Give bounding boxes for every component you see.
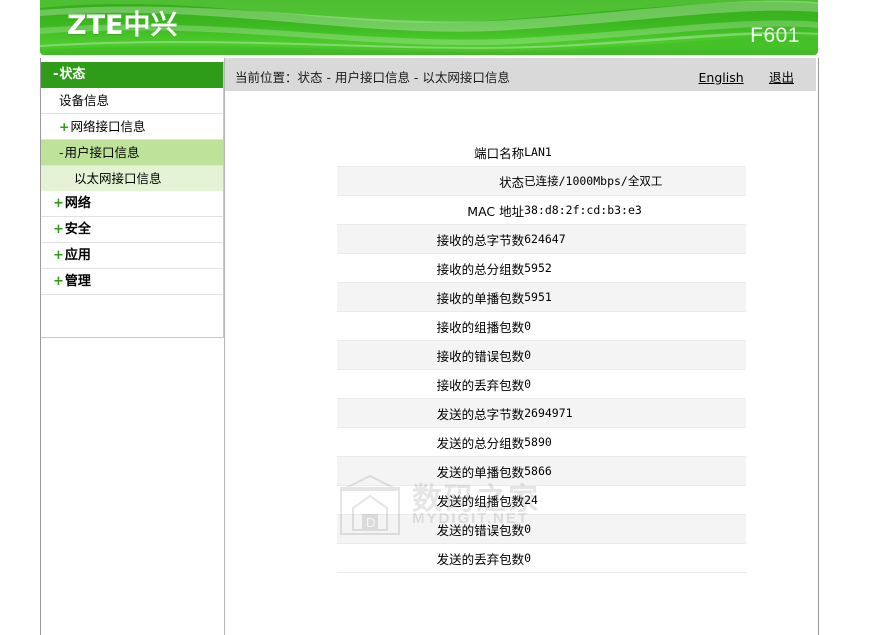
table-row: 发送的错误包数 0 xyxy=(337,514,746,544)
stat-label: 接收的总分组数 xyxy=(337,253,525,283)
breadcrumb: 当前位置：状态 - 用户接口信息 - 以太网接口信息 xyxy=(235,70,510,85)
sidebar-item-3[interactable]: -用户接口信息 xyxy=(41,140,223,166)
table-row: 接收的丢弃包数 0 xyxy=(337,369,746,399)
sidebar-item-6[interactable]: +安全 xyxy=(41,217,223,243)
sidebar-item-label: 网络 xyxy=(64,196,91,211)
page-banner: ZTE中兴 F601 xyxy=(40,0,818,55)
table-row: 发送的丢弃包数 0 xyxy=(337,543,746,573)
stat-label: 发送的总分组数 xyxy=(337,427,525,457)
stat-value: 0 xyxy=(524,369,746,399)
sidebar-item-label: 以太网接口信息 xyxy=(74,171,162,186)
sidebar-item-label: 管理 xyxy=(64,274,91,289)
stat-value: 0 xyxy=(524,340,746,370)
device-model-label: F601 xyxy=(750,24,800,47)
ethernet-interface-info-panel: 端口名称 LAN1 状态 已连接/1000Mbps/全双工 MAC 地址 38:d8:2f… xyxy=(337,138,746,573)
stat-label: 接收的总字节数 xyxy=(337,224,525,254)
collapse-icon[interactable]: - xyxy=(59,145,64,160)
stat-value: LAN1 xyxy=(524,138,746,167)
stat-label: MAC 地址 xyxy=(337,195,525,225)
table-row: 接收的总分组数 5952 xyxy=(337,253,746,283)
expand-icon[interactable]: + xyxy=(53,222,64,237)
sidebar-item-2[interactable]: +网络接口信息 xyxy=(41,114,223,140)
sidebar-item-label: 状态 xyxy=(59,67,86,82)
sidebar-item-label: 网络接口信息 xyxy=(70,119,146,134)
stat-label: 状态 xyxy=(337,166,525,196)
breadcrumb-bar: 当前位置：状态 - 用户接口信息 - 以太网接口信息 English 退出 xyxy=(225,58,816,91)
zte-logo: ZTE中兴 xyxy=(67,10,178,41)
sidebar-item-label: 设备信息 xyxy=(59,93,110,108)
stat-label: 发送的单播包数 xyxy=(337,456,525,486)
english-language-link[interactable]: English xyxy=(699,70,744,85)
table-row: 接收的总字节数 624647 xyxy=(337,224,746,254)
stat-value: 0 xyxy=(524,514,746,544)
stat-label: 发送的错误包数 xyxy=(337,514,525,544)
stat-value: 0 xyxy=(524,543,746,573)
stat-label: 接收的丢弃包数 xyxy=(337,369,525,399)
table-row: 状态 已连接/1000Mbps/全双工 xyxy=(337,166,746,196)
frame-middle-border xyxy=(224,58,225,635)
stat-value: 5866 xyxy=(524,456,746,486)
sidebar-item-4[interactable]: 以太网接口信息 xyxy=(41,166,223,191)
table-row: 发送的总字节数 2694971 xyxy=(337,398,746,428)
collapse-icon[interactable]: - xyxy=(53,67,58,82)
stat-value: 5952 xyxy=(524,253,746,283)
sidebar-item-7[interactable]: +应用 xyxy=(41,243,223,269)
stat-value: 已连接/1000Mbps/全双工 xyxy=(524,166,746,196)
table-row: 接收的组播包数 0 xyxy=(337,311,746,341)
stat-value: 5890 xyxy=(524,427,746,457)
stat-value: 24 xyxy=(524,485,746,515)
expand-icon[interactable]: + xyxy=(59,119,69,134)
stat-value: 38:d8:2f:cd:b3:e3 xyxy=(524,195,746,225)
sidebar-item-0[interactable]: -状态 xyxy=(41,62,223,88)
sidebar-item-1[interactable]: 设备信息 xyxy=(41,88,223,114)
stat-value: 5951 xyxy=(524,282,746,312)
sidebar-item-5[interactable]: +网络 xyxy=(41,191,223,217)
table-row: MAC 地址 38:d8:2f:cd:b3:e3 xyxy=(337,195,746,225)
sidebar-navigation: -状态 设备信息 +网络接口信息 -用户接口信息 以太网接口信息 +网络 +安全 +应用 +管理 xyxy=(41,62,224,338)
stat-label: 接收的单播包数 xyxy=(337,282,525,312)
expand-icon[interactable]: + xyxy=(53,248,64,263)
topbar-links: English 退出 xyxy=(677,67,795,86)
stat-label: 发送的丢弃包数 xyxy=(337,543,525,573)
stat-label: 接收的组播包数 xyxy=(337,311,525,341)
frame-right-border xyxy=(818,58,819,635)
table-row: 发送的单播包数 5866 xyxy=(337,456,746,486)
stat-label: 发送的总字节数 xyxy=(337,398,525,428)
stat-value: 0 xyxy=(524,311,746,341)
sidebar-item-label: 用户接口信息 xyxy=(64,145,140,160)
stat-value: 624647 xyxy=(524,224,746,254)
stat-value: 2694971 xyxy=(524,398,746,428)
expand-icon[interactable]: + xyxy=(53,196,64,211)
sidebar-item-label: 应用 xyxy=(64,248,91,263)
table-row: 发送的组播包数 24 xyxy=(337,485,746,515)
sidebar-empty-area xyxy=(41,295,223,337)
logout-link[interactable]: 退出 xyxy=(769,70,794,85)
table-row: 接收的单播包数 5951 xyxy=(337,282,746,312)
expand-icon[interactable]: + xyxy=(53,274,64,289)
sidebar-item-8[interactable]: +管理 xyxy=(41,269,223,295)
table-row: 端口名称 LAN1 xyxy=(337,138,746,167)
sidebar-item-label: 安全 xyxy=(64,222,91,237)
table-row: 发送的总分组数 5890 xyxy=(337,427,746,457)
stat-label: 发送的组播包数 xyxy=(337,485,525,515)
table-row: 接收的错误包数 0 xyxy=(337,340,746,370)
stat-label: 接收的错误包数 xyxy=(337,340,525,370)
ethernet-stats-table: 端口名称 LAN1 状态 已连接/1000Mbps/全双工 MAC 地址 38:d8:2f… xyxy=(337,138,746,573)
stat-label: 端口名称 xyxy=(337,138,525,167)
